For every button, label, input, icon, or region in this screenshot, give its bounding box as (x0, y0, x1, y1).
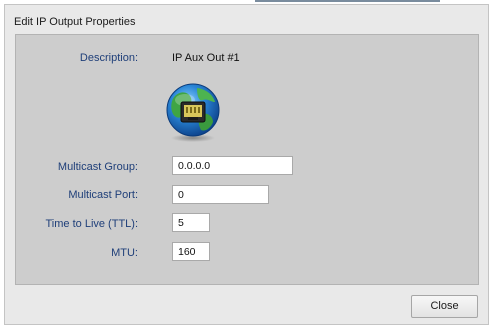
edit-ip-output-dialog: Edit IP Output Properties Description: I… (4, 4, 489, 325)
multicast-port-input[interactable] (172, 185, 269, 204)
properties-panel: Description: IP Aux Out #1 Multicast Gro… (15, 34, 479, 285)
mtu-label: MTU: (111, 247, 138, 259)
ttl-label: Time to Live (TTL): (45, 218, 139, 230)
multicast-group-label: Multicast Group: (57, 161, 138, 173)
close-button[interactable]: Close (411, 295, 478, 318)
window-top-accent (255, 0, 440, 2)
network-globe-icon (157, 80, 227, 144)
description-label: Description: (79, 52, 138, 64)
description-value: IP Aux Out #1 (172, 52, 240, 64)
multicast-group-input[interactable] (172, 156, 293, 175)
dialog-title: Edit IP Output Properties (14, 16, 136, 28)
multicast-port-label: Multicast Port: (68, 189, 138, 201)
ttl-input[interactable] (172, 213, 210, 232)
mtu-input[interactable] (172, 242, 210, 261)
